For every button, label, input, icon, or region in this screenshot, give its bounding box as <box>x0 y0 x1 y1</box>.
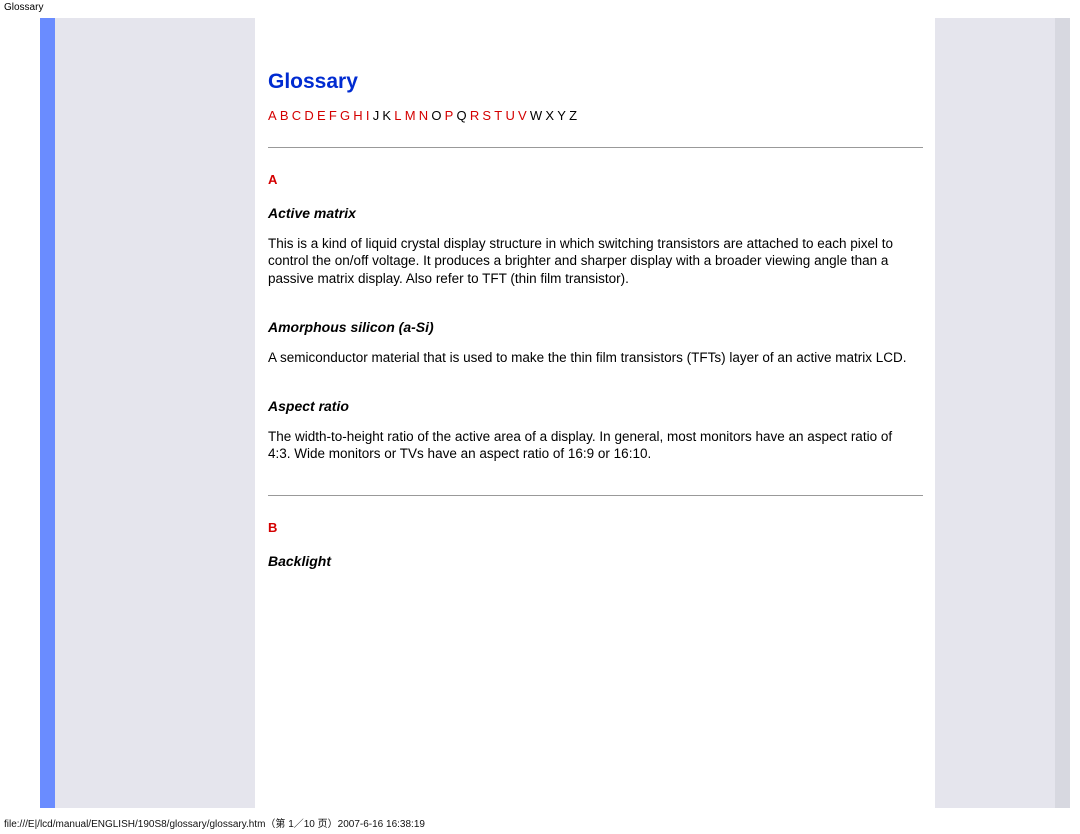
footer-path: file:///E|/lcd/manual/ENGLISH/190S8/glos… <box>4 815 425 830</box>
page-label: Glossary <box>4 2 43 13</box>
alpha-letter-g[interactable]: G <box>340 108 353 123</box>
term-description: A semiconductor material that is used to… <box>268 349 915 366</box>
alpha-letter-l[interactable]: L <box>394 108 404 123</box>
alpha-letter-f[interactable]: F <box>329 108 340 123</box>
content-area: Glossary ABCDEFGHIJKLMNOPQRSTUVWXYZ A Ac… <box>268 40 923 583</box>
right-margin-shade <box>935 18 1055 808</box>
alpha-letter-j: J <box>373 108 383 123</box>
alpha-letter-p[interactable]: P <box>445 108 457 123</box>
alpha-letter-s[interactable]: S <box>482 108 494 123</box>
term-description: The width-to-height ratio of the active … <box>268 428 915 463</box>
alpha-letter-w: W <box>530 108 545 123</box>
divider <box>268 147 923 148</box>
alpha-letter-c[interactable]: C <box>292 108 305 123</box>
alpha-letter-i[interactable]: I <box>366 108 373 123</box>
divider <box>268 495 923 496</box>
alpha-letter-k: K <box>382 108 394 123</box>
term-heading: Active matrix <box>268 205 923 221</box>
left-accent-stripe <box>40 18 55 808</box>
alpha-letter-y: Y <box>557 108 569 123</box>
section-heading-b: B <box>268 520 923 535</box>
alpha-letter-u[interactable]: U <box>505 108 518 123</box>
term-heading: Aspect ratio <box>268 398 923 414</box>
alpha-letter-a[interactable]: A <box>268 108 280 123</box>
alpha-letter-z: Z <box>569 108 580 123</box>
alpha-letter-n[interactable]: N <box>419 108 432 123</box>
right-accent-stripe <box>1055 18 1070 808</box>
alpha-letter-r[interactable]: R <box>470 108 483 123</box>
term-heading: Backlight <box>268 553 923 569</box>
alpha-index: ABCDEFGHIJKLMNOPQRSTUVWXYZ <box>268 108 923 123</box>
alpha-letter-v[interactable]: V <box>518 108 530 123</box>
alpha-letter-m[interactable]: M <box>405 108 419 123</box>
alpha-letter-h[interactable]: H <box>353 108 366 123</box>
alpha-letter-d[interactable]: D <box>304 108 317 123</box>
alpha-letter-b[interactable]: B <box>280 108 292 123</box>
left-margin-shade <box>55 18 255 808</box>
alpha-letter-t[interactable]: T <box>494 108 505 123</box>
alpha-letter-e[interactable]: E <box>317 108 329 123</box>
page-title: Glossary <box>268 70 923 94</box>
alpha-letter-x: X <box>545 108 557 123</box>
alpha-letter-q: Q <box>457 108 470 123</box>
section-heading-a: A <box>268 172 923 187</box>
alpha-letter-o: O <box>431 108 444 123</box>
term-description: This is a kind of liquid crystal display… <box>268 235 915 287</box>
term-heading: Amorphous silicon (a-Si) <box>268 319 923 335</box>
page-frame: Glossary ABCDEFGHIJKLMNOPQRSTUVWXYZ A Ac… <box>40 18 1070 808</box>
